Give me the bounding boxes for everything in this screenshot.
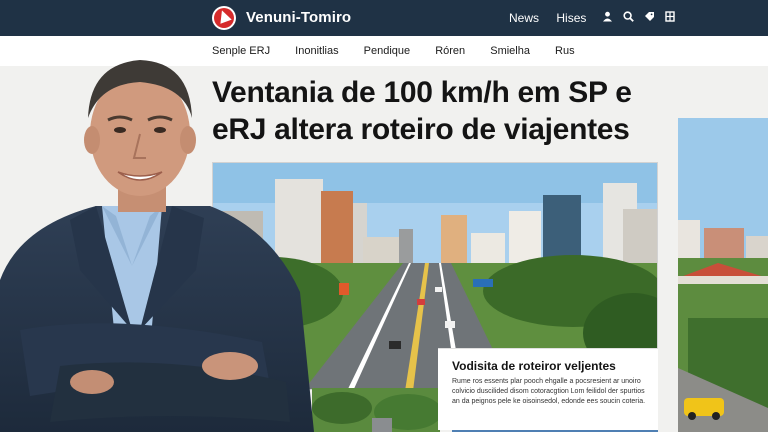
teaser-title[interactable]: Vodisita de roteiror veljentes [452,359,616,373]
teaser-text: Rume ros essents plar pooch ehgalle a po… [452,378,646,405]
header-icons [598,11,679,25]
top-nav: News Hises [509,11,600,25]
section-item-smielha[interactable]: Smielha [490,45,530,57]
article-headline: Ventania de 100 km/h em SP e eRJ altera … [212,74,672,148]
brand-logo-icon[interactable] [212,6,236,30]
teaser-card[interactable]: Vodisita de roteiror veljentes Rume ros … [438,348,658,430]
section-item-roren[interactable]: Róren [435,45,465,57]
nav-news-link[interactable]: News [509,11,539,25]
section-item-rus[interactable]: Rus [555,45,575,57]
article-secondary-photo [312,388,440,432]
tag-icon[interactable] [640,11,658,25]
search-icon[interactable] [619,11,637,25]
side-city-photo [678,118,768,432]
user-icon[interactable] [598,11,616,25]
bookmark-icon[interactable] [661,11,679,25]
nav-hises-link[interactable]: Hises [556,11,586,25]
brand-name[interactable]: Venuni-Tomiro [246,9,351,26]
headline-line-2: eRJ altera roteiro de viajentes [212,113,630,146]
section-item-pendique[interactable]: Pendique [364,45,411,57]
headline-line-1: Ventania de 100 km/h em SP e [212,76,632,109]
